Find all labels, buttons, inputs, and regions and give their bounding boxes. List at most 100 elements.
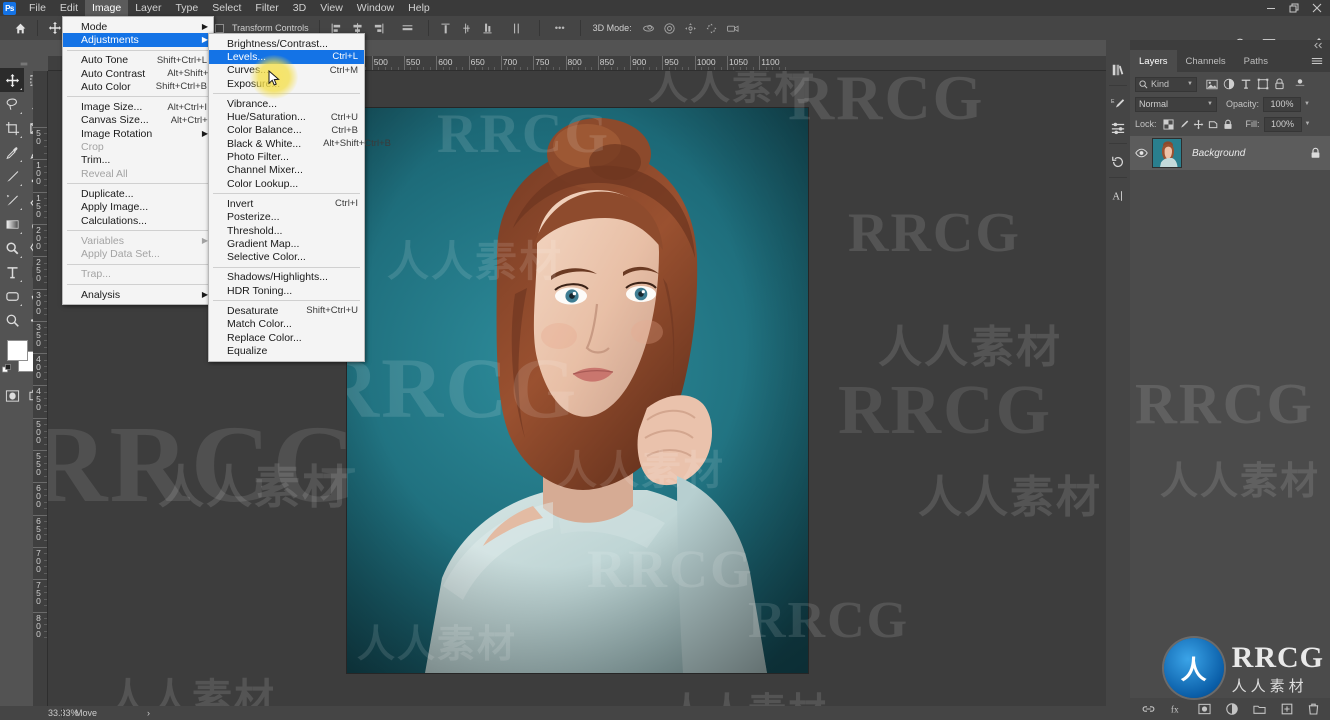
- history-icon[interactable]: [1106, 150, 1130, 174]
- home-icon[interactable]: [10, 18, 31, 38]
- character-icon[interactable]: A: [1106, 184, 1130, 208]
- adjustments-menu-item-desaturate[interactable]: Desaturate Shift+Ctrl+U: [209, 304, 364, 317]
- adjustments-menu-item-levels[interactable]: Levels... Ctrl+L: [209, 50, 364, 64]
- image-menu-item-trim[interactable]: Trim...: [63, 154, 213, 167]
- image-menu-item-adjustments[interactable]: Adjustments ▶: [63, 33, 213, 47]
- adjustments-menu-item-brightness-contrast[interactable]: Brightness/Contrast...: [209, 37, 364, 50]
- close-button[interactable]: [1312, 3, 1322, 13]
- image-menu-item-auto-contrast[interactable]: Auto Contrast Alt+Shift+Ctrl+L: [63, 67, 234, 80]
- adjustments-menu-item-photo-filter[interactable]: Photo Filter...: [209, 150, 364, 163]
- gradient-tool[interactable]: [0, 212, 24, 236]
- distribute-vertical-centers-icon[interactable]: [456, 18, 477, 38]
- lock-artboard-nesting-icon[interactable]: [1206, 117, 1221, 132]
- fill-value[interactable]: 100%: [1263, 116, 1302, 132]
- distribute-top-edges-icon[interactable]: [435, 18, 456, 38]
- vertical-ruler[interactable]: 50 100 150 200 250 300 350 400 450 500 550 600 650 70…: [33, 71, 48, 706]
- menu-view[interactable]: View: [313, 0, 350, 16]
- image-menu-item-duplicate[interactable]: Duplicate...: [63, 187, 213, 200]
- filter-toggle-icon[interactable]: [1291, 77, 1308, 92]
- move-tool[interactable]: [0, 68, 24, 92]
- image-menu-item-mode[interactable]: Mode ▶: [63, 20, 213, 33]
- image-menu-item-canvas-size[interactable]: Canvas Size... Alt+Ctrl+C: [63, 114, 215, 127]
- menu-select[interactable]: Select: [205, 0, 248, 16]
- default-colors-icon[interactable]: [2, 364, 12, 374]
- tab-layers[interactable]: Layers: [1130, 50, 1177, 72]
- lock-position-icon[interactable]: [1191, 117, 1206, 132]
- table-row[interactable]: Background: [1130, 136, 1330, 170]
- layer-mask-icon[interactable]: [1197, 703, 1211, 715]
- image-menu-item-auto-tone[interactable]: Auto Tone Shift+Ctrl+L: [63, 54, 213, 67]
- restore-button[interactable]: [1289, 3, 1299, 13]
- status-expand-arrow[interactable]: ›: [147, 708, 150, 718]
- minimize-button[interactable]: [1266, 3, 1276, 13]
- adjustments-menu-item-match-color[interactable]: Match Color...: [209, 318, 364, 331]
- menu-help[interactable]: Help: [401, 0, 437, 16]
- panel-collapse-icon[interactable]: [1130, 40, 1330, 50]
- adjustments-menu-item-black-white[interactable]: Black & White... Alt+Shift+Ctrl+B: [209, 137, 391, 150]
- delete-layer-icon[interactable]: [1308, 703, 1319, 715]
- eyedropper-tool[interactable]: [0, 140, 24, 164]
- filter-type-icon[interactable]: [1237, 77, 1254, 92]
- align-right-edges-icon[interactable]: [368, 18, 389, 38]
- opacity-value[interactable]: 100%: [1263, 96, 1302, 112]
- menu-edit[interactable]: Edit: [53, 0, 85, 16]
- zoom-level[interactable]: 33.33%: [0, 708, 79, 718]
- more-options-button[interactable]: •••: [546, 18, 574, 38]
- layer-thumbnail[interactable]: [1152, 138, 1182, 168]
- adjustments-menu-item-gradient-map[interactable]: Gradient Map...: [209, 237, 364, 250]
- menu-file[interactable]: File: [22, 0, 53, 16]
- adjustments-menu-item-invert[interactable]: Invert Ctrl+I: [209, 197, 364, 210]
- document-canvas[interactable]: RRCG RRCG 人人素材 人人素材 RRCG 人人素材: [347, 108, 808, 673]
- filter-adjustment-icon[interactable]: [1220, 77, 1237, 92]
- filter-smartobject-icon[interactable]: [1271, 77, 1288, 92]
- link-layers-icon[interactable]: [1142, 703, 1155, 715]
- adjustments-menu-item-curves[interactable]: Curves... Ctrl+M: [209, 64, 364, 77]
- history-brush-tool[interactable]: [0, 188, 24, 212]
- adjustments-menu-item-exposure[interactable]: Exposure...: [209, 77, 364, 90]
- image-menu-dropdown[interactable]: Mode ▶ Adjustments ▶ Auto Tone Shift+Ctrl+L Au…: [62, 16, 234, 306]
- image-menu-item-analysis[interactable]: Analysis ▶: [63, 288, 213, 301]
- filter-pixel-icon[interactable]: [1203, 77, 1220, 92]
- distribute-bottom-edges-icon[interactable]: [477, 18, 498, 38]
- adjustments-menu-item-shadows-highlights[interactable]: Shadows/Highlights...: [209, 271, 364, 284]
- rectangle-tool[interactable]: [0, 284, 24, 308]
- lock-all-icon[interactable]: [1221, 117, 1236, 132]
- tab-channels[interactable]: Channels: [1177, 50, 1235, 72]
- menu-image[interactable]: Image: [85, 0, 129, 16]
- zoom-tool[interactable]: [0, 308, 24, 332]
- image-menu-item-image-rotation[interactable]: Image Rotation ▶: [63, 127, 213, 140]
- menu-window[interactable]: Window: [350, 0, 401, 16]
- layer-lock-icon[interactable]: [1310, 147, 1330, 159]
- dodge-tool[interactable]: [0, 236, 24, 260]
- adjustments-menu-item-selective-color[interactable]: Selective Color...: [209, 250, 364, 263]
- horizontal-type-tool[interactable]: [0, 260, 24, 284]
- libraries-icon[interactable]: [1106, 58, 1130, 82]
- lasso-tool[interactable]: [0, 92, 24, 116]
- adjustments-submenu-dropdown[interactable]: Brightness/Contrast... Levels... Ctrl+L Cur…: [208, 33, 391, 362]
- toolbar-drag-handle[interactable]: [0, 60, 48, 68]
- slide-3d-icon[interactable]: [701, 18, 722, 38]
- layer-style-icon[interactable]: fx: [1170, 703, 1183, 715]
- align-top-edges-icon[interactable]: [397, 18, 418, 38]
- adjustments-menu-item-equalize[interactable]: Equalize: [209, 344, 364, 357]
- menu-layer[interactable]: Layer: [128, 0, 168, 16]
- brush-tool[interactable]: [0, 164, 24, 188]
- image-menu-item-auto-color[interactable]: Auto Color Shift+Ctrl+B: [63, 80, 213, 93]
- adjustments-menu-item-vibrance[interactable]: Vibrance...: [209, 97, 364, 110]
- tab-paths[interactable]: Paths: [1235, 50, 1277, 72]
- adjustments-menu-item-threshold[interactable]: Threshold...: [209, 224, 364, 237]
- panel-menu-icon[interactable]: [1311, 50, 1330, 72]
- lock-image-pixels-icon[interactable]: [1176, 117, 1191, 132]
- adjustments-menu-item-color-balance[interactable]: Color Balance... Ctrl+B: [209, 124, 364, 137]
- zoom-3d-icon[interactable]: [722, 18, 744, 38]
- quick-mask-icon[interactable]: [0, 384, 24, 408]
- adjustments-icon[interactable]: E: [1106, 92, 1130, 116]
- adjustments-menu-item-replace-color[interactable]: Replace Color...: [209, 331, 364, 344]
- adjustments-menu-item-hdr-toning[interactable]: HDR Toning...: [209, 284, 364, 297]
- adjustments-menu-item-hue-saturation[interactable]: Hue/Saturation... Ctrl+U: [209, 110, 364, 123]
- filter-kind-select[interactable]: Kind ▼: [1135, 76, 1197, 92]
- image-menu-item-apply-image[interactable]: Apply Image...: [63, 201, 213, 214]
- blend-mode-select[interactable]: Normal ▼: [1135, 96, 1217, 112]
- image-menu-item-calculations[interactable]: Calculations...: [63, 214, 213, 227]
- layer-visibility-icon[interactable]: [1130, 136, 1152, 170]
